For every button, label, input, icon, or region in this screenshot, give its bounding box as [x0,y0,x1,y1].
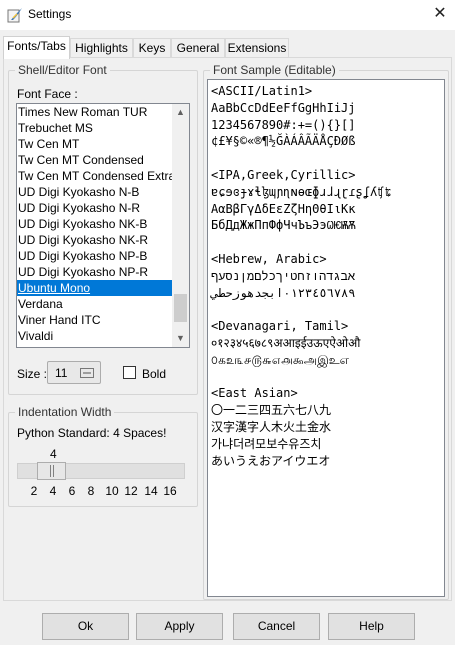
sample-line: ɐɕɘɞɟɤɬɮɰɲɳɴɵɶɸɹɺɻɽɾʂʆʎʧʨ [211,184,392,199]
group-label: Font Sample (Editable) [213,63,336,77]
group-label: Shell/Editor Font [18,63,107,77]
list-item[interactable]: Times New Roman TUR [17,104,189,120]
tab-general[interactable]: General [171,38,225,58]
sample-line: あいうえおアイウエオ [211,453,331,468]
sample-line [211,301,441,318]
sample-line [211,369,441,386]
font-size-value: 11 [55,366,68,380]
tick-label: 6 [68,484,76,498]
sample-line: ٠١٢٣٤٥٦٧٨٩ابجدهوزحطي [211,285,356,300]
sample-line: 1234567890#:+=(){}[] [211,117,356,132]
bold-checkbox[interactable] [123,366,136,379]
scroll-up-icon[interactable]: ▲ [172,104,189,121]
tab-extensions[interactable]: Extensions [225,38,289,58]
sample-line: БбДдЖжПпФфЧчЪъЭэѠѤѬѪ [211,218,356,233]
cancel-button[interactable]: Cancel [233,613,320,640]
tab-highlights[interactable]: Highlights [70,38,133,58]
list-item[interactable]: UD Digi Kyokasho NK-R [17,232,189,248]
list-item-selected[interactable]: Ubuntu Mono [17,280,189,296]
list-item[interactable]: Viner Hand ITC [17,312,189,328]
bold-label: Bold [142,367,167,381]
list-item[interactable]: Tw Cen MT Condensed Extra [17,168,189,184]
list-item[interactable]: Vivaldi [17,328,189,344]
list-item[interactable]: UD Digi Kyokasho N-B [17,184,189,200]
tab-label: Keys [138,41,166,55]
list-item[interactable]: Tw Cen MT Condensed [17,152,189,168]
tab-label: Extensions [227,41,287,55]
python-feather-icon [7,8,22,23]
slider-tick-labels: 2 4 6 8 10 12 14 16 [0,484,200,498]
tab-fonts-tabs[interactable]: Fonts/Tabs [3,36,70,59]
list-item[interactable]: UD Digi Kyokasho N-R [17,200,189,216]
font-sample-editor[interactable]: <ASCII/Latin1> AaBbCcDdEeFfGgHhIiJj 1234… [207,79,445,597]
font-face-label: Font Face : [17,87,78,101]
slider-grip-icon [50,465,54,477]
sample-line: ΑαΒβΓγΔδΕεΖζΗηΘθΙιΚκ [211,201,356,216]
tab-label: Highlights [75,41,128,55]
sample-line: <ASCII/Latin1> [211,84,313,98]
apply-button[interactable]: Apply [136,613,223,640]
tick-label: 10 [105,484,119,498]
sample-line: 가냐더려모보수유즈치 [211,436,322,451]
tick-label: 8 [87,484,95,498]
group-label: Indentation Width [18,405,112,419]
tick-label: 2 [30,484,38,498]
scroll-down-icon[interactable]: ▼ [172,330,189,347]
list-item[interactable]: UD Digi Kyokasho NK-B [17,216,189,232]
tick-label: 12 [124,484,138,498]
tick-label: 14 [144,484,158,498]
sample-line: 汉字漢字人木火土金水 [211,419,332,434]
title-bar: Settings ✕ [0,0,455,30]
python-standard-note: Python Standard: 4 Spaces! [17,426,167,440]
list-item[interactable]: Verdana [17,296,189,312]
list-item[interactable]: UD Digi Kyokasho NP-B [17,248,189,264]
sample-line: <Devanagari, Tamil> [211,319,349,334]
tab-keys[interactable]: Keys [133,38,171,58]
font-size-select[interactable]: 11 [47,361,101,384]
sample-line: <Hebrew, Arabic> [211,251,327,266]
sample-line: <East Asian> [211,386,298,401]
sample-line: ¢£¥§©«®¶½ĞÀÁÂÃÄÅÇÐØß [211,134,356,149]
sample-line [211,234,441,251]
indentation-value: 4 [50,447,57,461]
tick-label: 4 [49,484,57,498]
font-list-scrollbar[interactable]: ▲ ▼ [172,104,189,347]
dropdown-indicator-icon [80,368,94,378]
sample-line: ௦௧௨௩௪௫௬௭௮௯அஇஉஎ [211,352,349,367]
sample-line [211,150,441,167]
close-button[interactable]: ✕ [425,0,455,30]
sample-line: <IPA,Greek,Cyrillic> [211,167,356,182]
scrollbar-thumb[interactable] [174,294,187,322]
close-icon: ✕ [433,5,447,22]
sample-line: 〇一二三四五六七八九 [211,403,332,418]
size-label: Size : [17,367,48,381]
tab-label: General [176,41,220,55]
tick-label: 16 [163,484,177,498]
sample-line: אבגדהוזחטיךכלםמןנסעף [211,268,356,283]
slider-thumb[interactable] [37,462,66,480]
sample-line: ०१२३४५६७८९अआइईउऊएऐओऔ [211,335,361,350]
help-button[interactable]: Help [328,613,415,640]
list-item[interactable]: Trebuchet MS [17,120,189,136]
list-item[interactable]: Tw Cen MT [17,136,189,152]
tab-label: Fonts/Tabs [7,39,66,53]
ok-button[interactable]: Ok [42,613,129,640]
font-face-list[interactable]: Times New Roman TUR Trebuchet MS Tw Cen … [16,103,190,348]
list-item[interactable]: UD Digi Kyokasho NP-R [17,264,189,280]
sample-line: AaBbCcDdEeFfGgHhIiJj [211,100,356,115]
window-title: Settings [28,7,72,21]
